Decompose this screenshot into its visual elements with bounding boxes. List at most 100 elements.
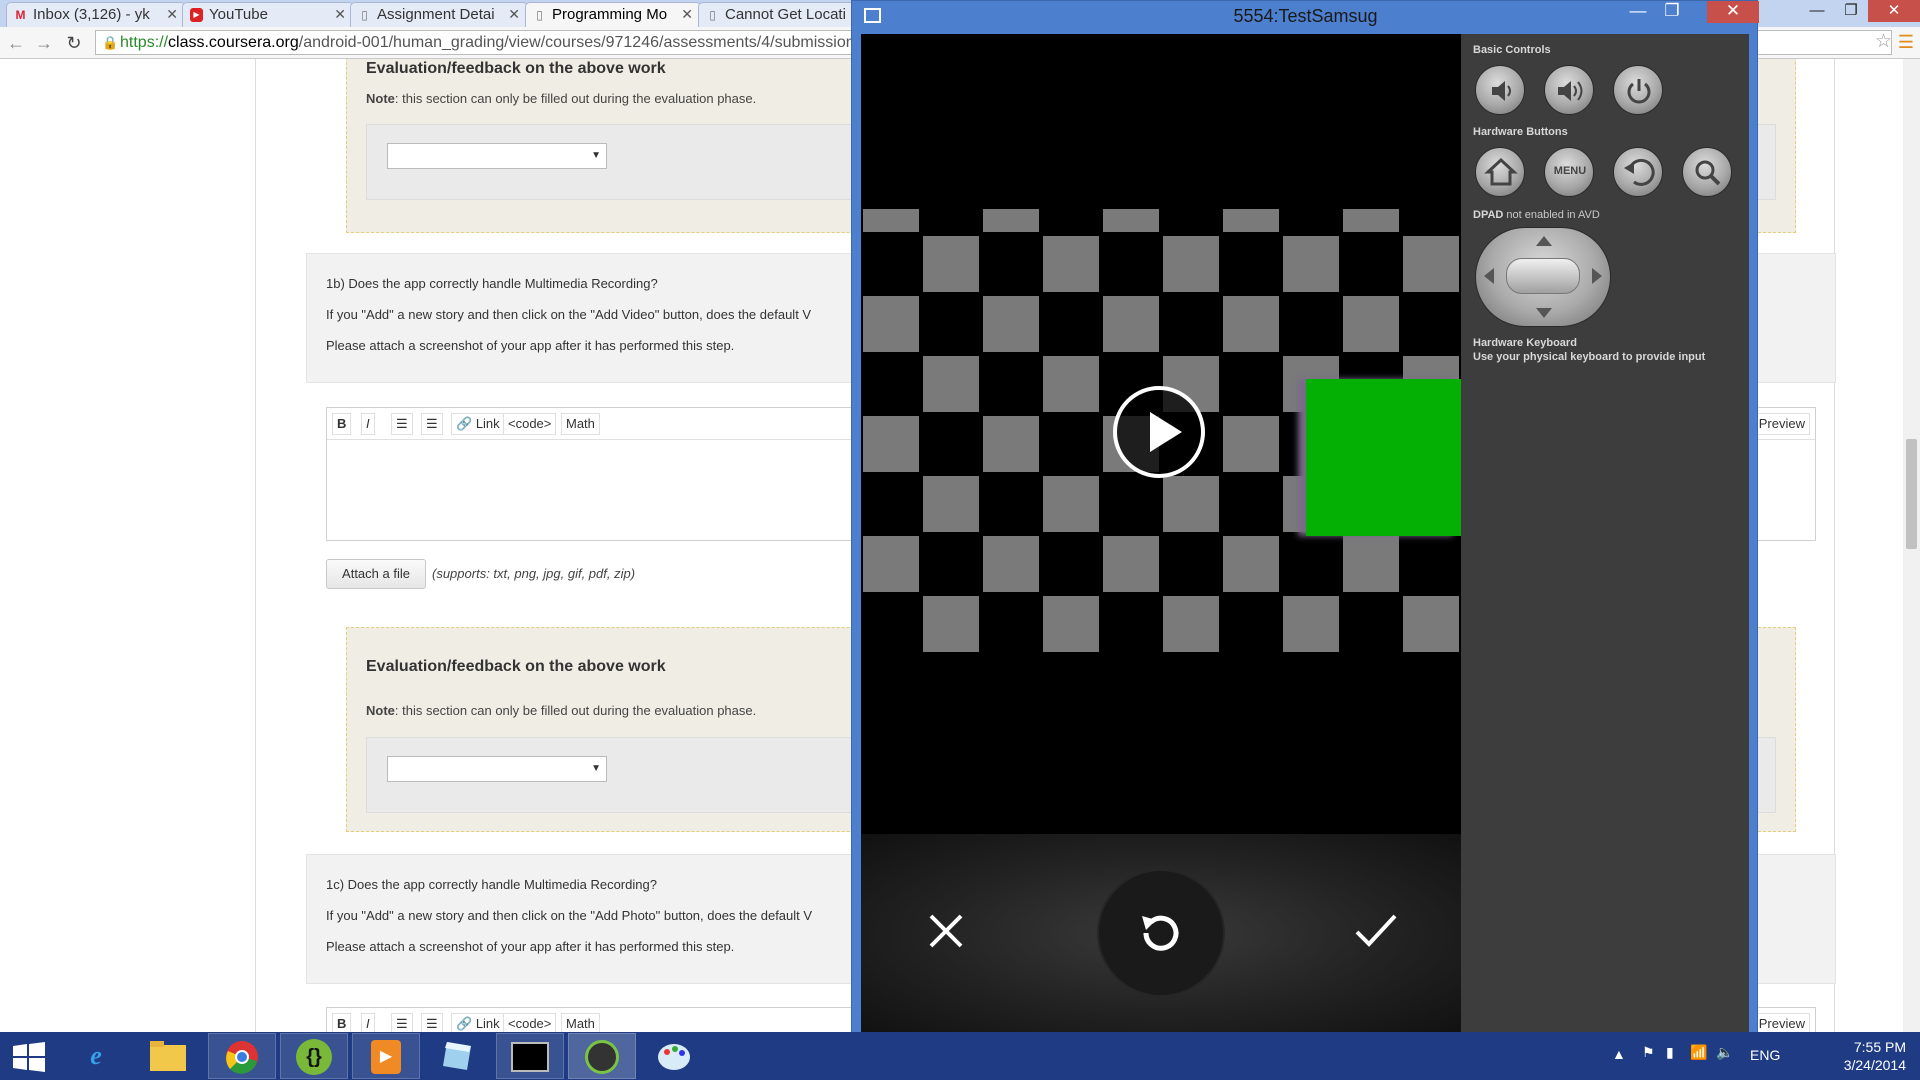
cancel-x-icon[interactable] <box>921 906 971 956</box>
tab-cannot-get-location[interactable]: ▯ Cannot Get Locati ✕ <box>698 2 874 27</box>
android-emulator-icon[interactable] <box>568 1033 636 1079</box>
start-button[interactable] <box>0 1033 58 1079</box>
numbered-list-icon[interactable]: ☰ <box>421 413 443 435</box>
reload-icon[interactable]: ↻ <box>62 31 86 55</box>
dpad-down-icon[interactable] <box>1536 308 1552 318</box>
device-screen[interactable] <box>861 34 1461 1034</box>
play-icon[interactable] <box>1113 386 1205 478</box>
score-select[interactable]: ▼ <box>387 756 607 782</box>
camera-review-bar <box>861 834 1461 1034</box>
page-scrollbar[interactable] <box>1903 59 1920 1032</box>
volume-icon[interactable]: 🔈 <box>1716 1044 1733 1061</box>
palette-shape <box>658 1044 690 1070</box>
dpad-right-icon[interactable] <box>1592 268 1602 284</box>
checkmark-icon[interactable] <box>1351 906 1401 956</box>
bullet-list-icon[interactable]: ☰ <box>391 1013 413 1032</box>
internet-explorer-icon[interactable]: e <box>62 1033 130 1079</box>
close-window-button[interactable]: ✕ <box>1868 0 1920 22</box>
attach-supported-types: (supports: txt, png, jpg, gif, pdf, zip) <box>432 566 636 581</box>
checker-square <box>923 356 979 412</box>
menu-button[interactable]: MENU <box>1544 147 1594 197</box>
close-icon[interactable]: ✕ <box>334 6 346 23</box>
tab-label: Assignment Detai <box>377 6 495 23</box>
back-arrow-icon <box>1624 158 1655 186</box>
home-button[interactable] <box>1475 147 1525 197</box>
back-icon[interactable]: ← <box>4 31 28 55</box>
show-hidden-icons-icon[interactable]: ▲ <box>1612 1046 1626 1062</box>
dpad-left-icon[interactable] <box>1484 268 1494 284</box>
hardware-buttons-label: Hardware Buttons <box>1473 126 1568 138</box>
clock-time: 7:55 PM <box>1853 1039 1906 1055</box>
media-player-icon[interactable]: ▶ <box>352 1033 420 1079</box>
youtube-icon: ▶ <box>190 8 203 22</box>
emulator-title-bar[interactable]: 5554:TestSamsug — ❐ ✕ <box>852 1 1759 32</box>
tab-assignment[interactable]: ▯ Assignment Detai ✕ <box>350 2 528 27</box>
search-icon <box>1695 160 1721 186</box>
chrome-icon[interactable] <box>208 1033 276 1079</box>
score-select[interactable]: ▼ <box>387 143 607 169</box>
italic-button[interactable]: I <box>361 413 375 435</box>
math-button[interactable]: Math <box>561 413 600 435</box>
close-icon[interactable]: ✕ <box>508 6 520 23</box>
retake-button[interactable] <box>1097 869 1225 997</box>
close-window-button[interactable]: ✕ <box>1707 1 1759 23</box>
dpad-center-button[interactable] <box>1506 258 1580 294</box>
paint-icon[interactable] <box>640 1033 708 1079</box>
maximize-icon[interactable]: ❐ <box>1655 1 1689 23</box>
tab-youtube[interactable]: ▶ YouTube ✕ <box>182 2 354 27</box>
code-button[interactable]: <code> <box>503 1013 557 1032</box>
volume-up-button[interactable] <box>1544 65 1594 115</box>
minimize-icon[interactable]: — <box>1621 1 1655 23</box>
scrollbar-thumb[interactable] <box>1906 439 1917 549</box>
back-button[interactable] <box>1613 147 1663 197</box>
retake-icon <box>1142 915 1179 951</box>
volume-down-button[interactable] <box>1475 65 1525 115</box>
bullet-list-icon[interactable]: ☰ <box>391 413 413 435</box>
bookmark-star-icon[interactable]: ☆ <box>1875 30 1892 53</box>
attach-file-button[interactable]: Attach a file <box>326 559 426 589</box>
close-icon[interactable]: ✕ <box>166 6 178 23</box>
evaluation-title: Evaluation/feedback on the above work <box>366 60 666 77</box>
system-clock[interactable]: 7:55 PM 3/24/2014 <box>1844 1038 1906 1074</box>
question-instruction: Please attach a screenshot of your app a… <box>326 338 735 353</box>
emulator-body: Basic Controls Hardware Buttons MENU DPA… <box>861 34 1749 1034</box>
brackets-editor-icon[interactable]: {} <box>280 1033 348 1079</box>
dpad-up-icon[interactable] <box>1536 236 1552 246</box>
network-signal-icon[interactable]: 📶 <box>1690 1044 1707 1061</box>
browser-window-controls: — ❐ ✕ <box>1800 0 1920 24</box>
italic-button[interactable]: I <box>361 1013 375 1032</box>
link-button[interactable]: 🔗 Link <box>451 413 505 435</box>
language-indicator[interactable]: ENG <box>1750 1047 1780 1063</box>
preview-button[interactable]: Preview <box>1753 1013 1810 1032</box>
minimize-icon[interactable]: — <box>1800 0 1834 22</box>
action-center-flag-icon[interactable]: ⚑ <box>1642 1044 1655 1061</box>
math-button[interactable]: Math <box>561 1013 600 1032</box>
checker-square <box>863 209 919 232</box>
tab-programming[interactable]: ▯ Programming Mo ✕ <box>525 2 701 28</box>
chrome-logo <box>226 1041 258 1074</box>
checker-square <box>1103 209 1159 232</box>
bold-button[interactable]: B <box>332 1013 352 1032</box>
file-explorer-icon[interactable] <box>134 1033 202 1079</box>
close-icon[interactable]: ✕ <box>681 6 693 23</box>
preview-button[interactable]: Preview <box>1753 413 1810 435</box>
search-button[interactable] <box>1682 147 1732 197</box>
maximize-icon[interactable]: ❐ <box>1834 0 1868 22</box>
code-button[interactable]: <code> <box>503 413 557 435</box>
question-detail: If you "Add" a new story and then click … <box>326 908 813 923</box>
dpad-control[interactable] <box>1475 227 1611 327</box>
checker-square <box>983 209 1039 232</box>
bold-button[interactable]: B <box>332 413 352 435</box>
tab-inbox[interactable]: M Inbox (3,126) - yk ✕ <box>6 2 186 27</box>
url-scheme: https:// <box>120 34 169 51</box>
app-icon[interactable] <box>424 1033 492 1079</box>
checker-square <box>1283 236 1339 292</box>
gmail-icon: M <box>15 8 26 22</box>
forward-icon[interactable]: → <box>32 31 56 55</box>
power-plug-icon[interactable]: ▮ <box>1666 1044 1674 1061</box>
numbered-list-icon[interactable]: ☰ <box>421 1013 443 1032</box>
link-button[interactable]: 🔗 Link <box>451 1013 505 1032</box>
command-prompt-icon[interactable] <box>496 1033 564 1079</box>
chrome-menu-icon[interactable]: ☰ <box>1898 32 1914 53</box>
power-button[interactable] <box>1613 65 1663 115</box>
